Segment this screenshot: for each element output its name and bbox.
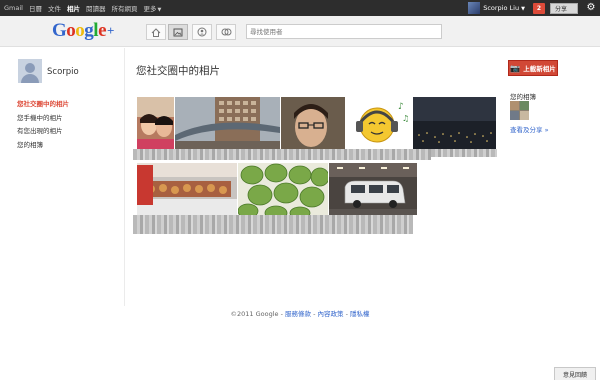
chevron-down-icon: ▼ [521, 6, 525, 12]
footer-link-terms[interactable]: 服務條款 [285, 310, 311, 318]
footer: ©2011 Google - 服務條款 - 內容政策 - 隱私權 [230, 310, 370, 318]
photo-caption [133, 215, 413, 234]
photo-icon [173, 28, 183, 36]
profile-avatar[interactable] [18, 59, 42, 83]
sidebar-item-photos-of-you[interactable]: 有您出現的相片 [17, 125, 69, 139]
top-nav-web[interactable]: 所有網頁 [111, 3, 137, 13]
home-icon [151, 27, 161, 37]
photo-night-city[interactable] [413, 97, 496, 149]
camera-icon: 📷 [510, 63, 521, 73]
profile-icon [197, 27, 207, 37]
sidebar-item-phone-photos[interactable]: 您手機中的相片 [17, 112, 69, 126]
footer-link-content-policy[interactable]: 內容政策 [318, 310, 344, 318]
upload-label: 上載新相片 [523, 65, 556, 73]
top-nav: Gmail 日曆 文件 相片 閱讀器 所有網頁 更多▼ [4, 0, 173, 16]
footer-link-privacy[interactable]: 隱私權 [350, 310, 370, 318]
svg-text:♫: ♫ [402, 114, 409, 123]
photo-selfie-couple[interactable] [137, 97, 174, 149]
search-input[interactable] [246, 24, 442, 39]
notification-badge[interactable]: 2 [533, 2, 545, 14]
top-nav-more-label: 更多 [143, 5, 157, 13]
logo-plus: + [107, 23, 114, 38]
svg-text:♪: ♪ [398, 102, 404, 112]
top-nav-documents[interactable]: 文件 [48, 3, 61, 13]
view-share-link[interactable]: 查看及分享 » [510, 124, 549, 134]
photo-building-bridge[interactable] [175, 97, 280, 149]
top-bar: Gmail 日曆 文件 相片 閱讀器 所有網頁 更多▼ Scorpio Liu … [0, 0, 600, 16]
upload-photos-button[interactable]: 📷 上載新相片 [508, 60, 558, 76]
top-nav-reader[interactable]: 閱讀器 [86, 3, 106, 13]
top-nav-more[interactable]: 更多▼ [143, 3, 167, 13]
gear-icon[interactable]: ⚙ [584, 0, 598, 16]
photos-button[interactable] [168, 24, 188, 40]
photo-caption [431, 149, 497, 157]
photo-emoji-headphones[interactable]: ♪ ♫ [346, 97, 412, 149]
copyright: ©2011 Google - [230, 310, 286, 318]
photo-man-glasses[interactable] [281, 97, 345, 149]
photo-green-dumplings[interactable] [238, 163, 328, 215]
user-avatar[interactable] [468, 2, 481, 14]
photo-caption [133, 149, 431, 160]
google-plus-logo[interactable]: Google+ [52, 21, 114, 41]
album-thumbnail[interactable] [510, 101, 529, 120]
feedback-button[interactable]: 意見回饋 [554, 367, 596, 380]
column-divider [124, 48, 125, 306]
user-name: Scorpio Liu [483, 4, 520, 12]
top-nav-photos[interactable]: 相片 [67, 3, 80, 13]
top-nav-gmail[interactable]: Gmail [4, 4, 23, 12]
sidebar-nav: 您社交圈中的相片 您手機中的相片 有您出現的相片 您的相簿 [17, 98, 69, 152]
profile-button[interactable] [192, 24, 212, 40]
profile-name[interactable]: Scorpio [47, 67, 79, 77]
share-button[interactable]: 分享 [550, 2, 578, 14]
sidebar-item-circle-photos[interactable]: 您社交圈中的相片 [17, 98, 69, 112]
photo-parking-van[interactable] [329, 163, 417, 215]
circles-icon [221, 28, 231, 36]
chevron-down-icon: ▼ [157, 7, 162, 13]
sidebar-item-albums[interactable]: 您的相簿 [17, 139, 69, 153]
photo-food-market[interactable] [137, 163, 237, 215]
account-area: Scorpio Liu ▼ 2 分享 ⚙ [468, 0, 600, 16]
home-button[interactable] [146, 24, 166, 40]
page-title: 您社交圈中的相片 [136, 65, 220, 77]
albums-label: 您的相簿 [510, 93, 536, 101]
user-name-menu[interactable]: Scorpio Liu ▼ [483, 4, 525, 12]
circles-button[interactable] [216, 24, 236, 40]
top-nav-calendar[interactable]: 日曆 [29, 3, 42, 13]
